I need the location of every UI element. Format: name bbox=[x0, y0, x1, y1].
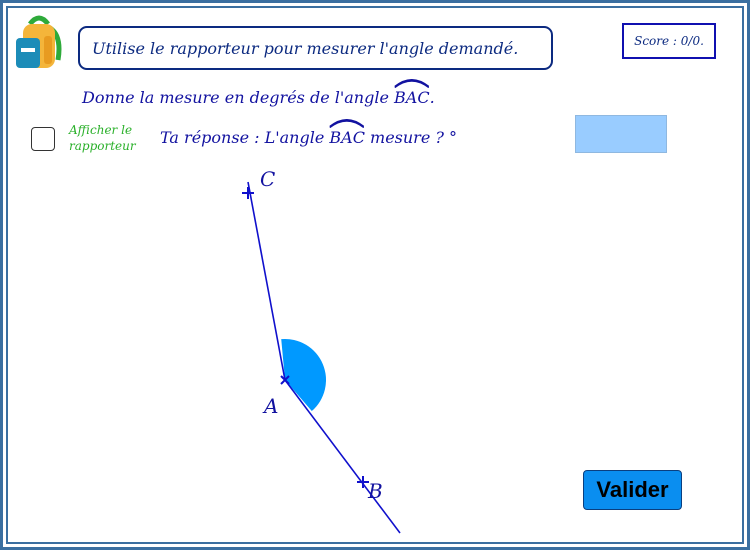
angle-hat-icon bbox=[329, 119, 365, 128]
question-text: Donne la mesure en degrés de l'angle BAC… bbox=[82, 79, 435, 107]
question-suffix: . bbox=[429, 88, 435, 107]
point-c-label: C bbox=[260, 167, 276, 191]
answer-angle: BAC bbox=[329, 128, 365, 147]
answer-prompt: Ta réponse : L'angle BAC mesure ? ° bbox=[160, 119, 458, 147]
show-protractor-label-line1: Afficher le bbox=[69, 123, 133, 137]
validate-button[interactable]: Valider bbox=[583, 470, 682, 510]
question-prefix: Donne la mesure en degrés de l'angle bbox=[82, 88, 395, 107]
backpack-icon bbox=[16, 15, 62, 68]
show-protractor-label: Afficher le rapporteur bbox=[69, 122, 149, 154]
point-b-label: B bbox=[368, 479, 383, 503]
answer-suffix: mesure ? ° bbox=[364, 128, 458, 147]
instruction-text: Utilise le rapporteur pour mesurer l'ang… bbox=[92, 38, 519, 58]
answer-angle-notation: BAC bbox=[329, 119, 365, 147]
answer-input[interactable] bbox=[575, 115, 667, 153]
inner-frame bbox=[6, 6, 744, 544]
score-text: Score : 0/0. bbox=[634, 34, 704, 48]
answer-prefix: Ta réponse : L'angle bbox=[160, 128, 330, 147]
score-box: Score : 0/0. bbox=[622, 23, 716, 59]
angle-notation: BAC bbox=[394, 79, 430, 107]
angle-hat-icon bbox=[394, 79, 430, 88]
question-angle: BAC bbox=[394, 88, 430, 107]
instruction-box: Utilise le rapporteur pour mesurer l'ang… bbox=[78, 26, 553, 70]
show-protractor-label-line2: rapporteur bbox=[69, 139, 136, 153]
point-a-label: A bbox=[264, 394, 279, 418]
show-protractor-checkbox[interactable] bbox=[31, 127, 55, 151]
